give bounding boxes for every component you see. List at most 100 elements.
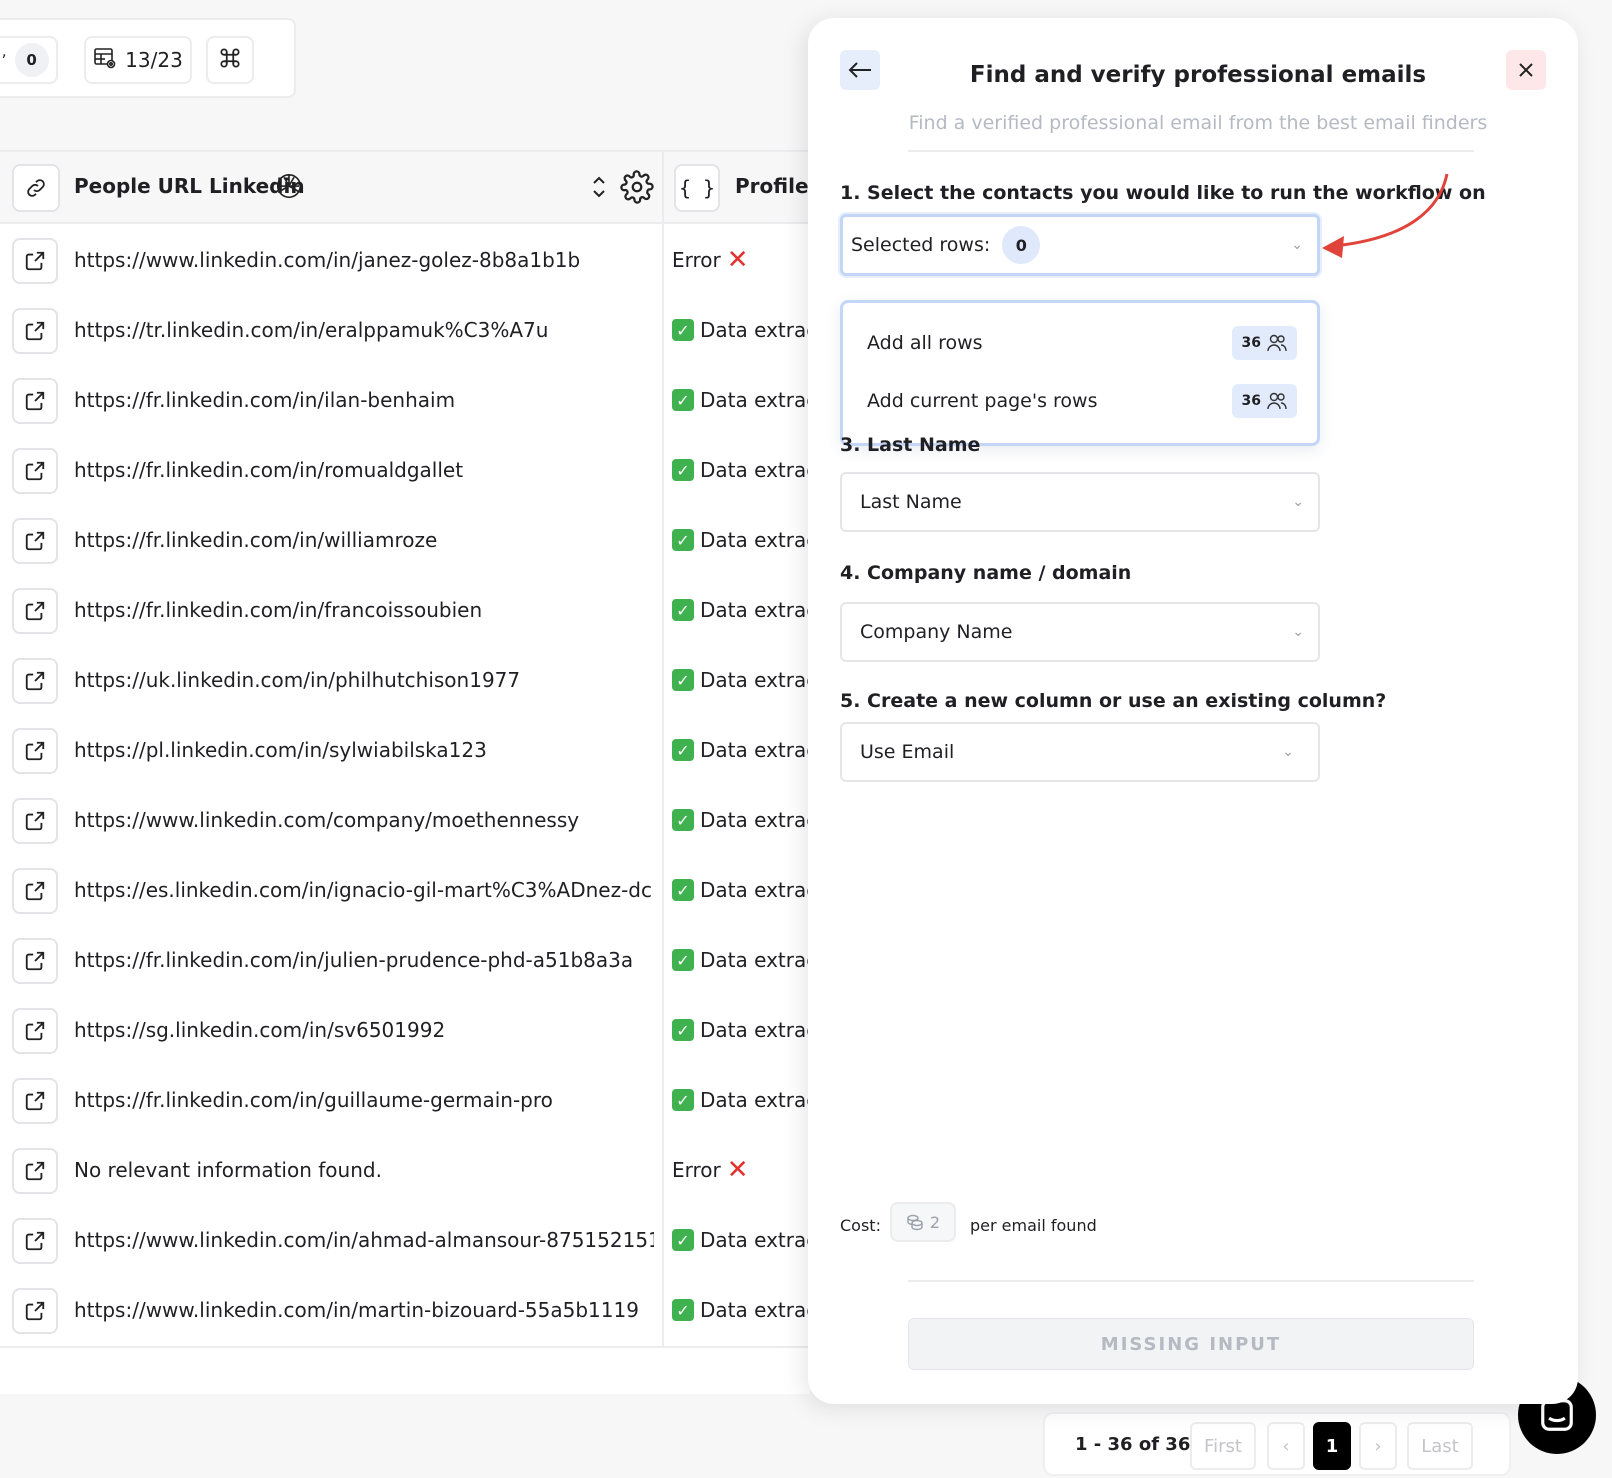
gear-icon[interactable] <box>620 170 654 208</box>
open-link-button[interactable] <box>12 308 58 354</box>
external-link-icon <box>25 391 45 411</box>
column-header-people-url[interactable]: People URL Linkedin <box>74 174 305 198</box>
selected-rows-select[interactable]: Selected rows: 0 ⌄ <box>840 214 1320 276</box>
open-link-button[interactable] <box>12 1218 58 1264</box>
linkedin-url-cell[interactable]: https://www.linkedin.com/company/moethen… <box>74 808 654 832</box>
open-link-button[interactable] <box>12 518 58 564</box>
columns-button[interactable]: 13/23 <box>84 36 192 84</box>
sort-icon[interactable] <box>590 174 608 204</box>
status-text: Data extrac <box>700 1018 810 1042</box>
status-text: Data extrac <box>700 878 810 902</box>
step4-label: 4. Company name / domain <box>840 562 1132 584</box>
open-link-button[interactable] <box>12 1078 58 1124</box>
column-header-profile[interactable]: Profile c <box>735 174 810 198</box>
linkedin-url-cell[interactable]: https://tr.linkedin.com/in/eralppamuk%C3… <box>74 318 654 342</box>
profile-status-cell[interactable]: ✓ Data extrac <box>672 1088 810 1112</box>
run-button[interactable]: MISSING INPUT <box>908 1318 1474 1370</box>
external-link-icon <box>25 951 45 971</box>
profile-status-cell[interactable]: Error ✕ <box>672 1157 749 1183</box>
linkedin-url-cell[interactable]: https://www.linkedin.com/in/janez-golez-… <box>74 248 654 272</box>
add-all-rows-count: 36 <box>1231 326 1297 360</box>
external-link-icon <box>25 671 45 691</box>
profile-status-cell[interactable]: ✓ Data extrac <box>672 458 810 482</box>
add-page-rows-option[interactable]: Add current page's rows 36 <box>867 381 1297 421</box>
open-link-button[interactable] <box>12 588 58 634</box>
page-1-button[interactable]: 1 <box>1313 1422 1351 1470</box>
open-link-button[interactable] <box>12 1008 58 1054</box>
pagination: 1 - 36 of 36 First ‹ 1 › Last <box>1043 1412 1511 1476</box>
open-link-button[interactable] <box>12 1148 58 1194</box>
output-column-select[interactable]: Use Email ⌄ <box>840 722 1320 782</box>
profile-status-cell[interactable]: ✓ Data extrac <box>672 738 810 762</box>
profile-status-cell[interactable]: ✓ Data extrac <box>672 1298 810 1322</box>
open-link-button[interactable] <box>12 798 58 844</box>
column-divider <box>662 716 664 788</box>
column-divider <box>662 856 664 928</box>
open-link-button[interactable] <box>12 728 58 774</box>
linkedin-url-cell[interactable]: https://fr.linkedin.com/in/romualdgallet <box>74 458 654 482</box>
profile-status-cell[interactable]: ✓ Data extrac <box>672 1018 810 1042</box>
open-link-button[interactable] <box>12 658 58 704</box>
open-link-button[interactable] <box>12 868 58 914</box>
table-row: https://www.linkedin.com/company/moethen… <box>0 786 810 858</box>
linkedin-url-cell[interactable]: No relevant information found. <box>74 1158 654 1182</box>
linkedin-url-cell[interactable]: https://fr.linkedin.com/in/guillaume-ger… <box>74 1088 654 1112</box>
company-name-select[interactable]: Company Name ⌄ <box>840 602 1320 662</box>
profile-status-cell[interactable]: ✓ Data extrac <box>672 598 810 622</box>
open-link-button[interactable] <box>12 1288 58 1334</box>
column-divider <box>662 1066 664 1138</box>
column-divider <box>662 1136 664 1208</box>
external-link-icon <box>25 1161 45 1181</box>
profile-status-cell[interactable]: ✓ Data extrac <box>672 808 810 832</box>
open-link-button[interactable] <box>12 238 58 284</box>
linkedin-url-cell[interactable]: https://www.linkedin.com/in/martin-bizou… <box>74 1298 654 1322</box>
external-link-icon <box>25 531 45 551</box>
check-icon: ✓ <box>672 1019 694 1041</box>
open-link-button[interactable] <box>12 938 58 984</box>
add-all-rows-option[interactable]: Add all rows 36 <box>867 323 1297 363</box>
panel-subtitle: Find a verified professional email from … <box>908 112 1488 134</box>
add-all-count-value: 36 <box>1241 335 1261 351</box>
open-link-button[interactable] <box>12 448 58 494</box>
profile-status-cell[interactable]: ✓ Data extrac <box>672 388 810 412</box>
status-text: Data extrac <box>700 1228 810 1252</box>
json-column-icon[interactable]: { } <box>674 164 720 212</box>
selected-rows-dropdown: Add all rows 36 Add current page's rows … <box>840 300 1320 446</box>
linkedin-url-cell[interactable]: https://es.linkedin.com/in/ignacio-gil-m… <box>74 878 654 902</box>
column-divider <box>662 296 664 368</box>
profile-status-cell[interactable]: ✓ Data extrac <box>672 668 810 692</box>
profile-status-cell[interactable]: ✓ Data extrac <box>672 528 810 552</box>
profile-status-cell[interactable]: ✓ Data extrac <box>672 1228 810 1252</box>
table-row: https://fr.linkedin.com/in/julien-pruden… <box>0 926 810 998</box>
check-icon: ✓ <box>672 389 694 411</box>
linkedin-url-cell[interactable]: https://fr.linkedin.com/in/francoissoubi… <box>74 598 654 622</box>
last-page-button[interactable]: Last <box>1407 1422 1473 1470</box>
last-name-select[interactable]: Last Name ⌄ <box>840 472 1320 532</box>
linkedin-url-cell[interactable]: https://fr.linkedin.com/in/julien-pruden… <box>74 948 654 972</box>
columns-count: 13/23 <box>125 48 183 72</box>
external-link-icon <box>25 1231 45 1251</box>
column-divider <box>662 226 664 298</box>
table-row: https://pl.linkedin.com/in/sylwiabilska1… <box>0 716 810 788</box>
link-column-icon-button[interactable] <box>12 164 60 212</box>
table-row: https://fr.linkedin.com/in/williamroze ✓ D… <box>0 506 810 578</box>
linkedin-url-cell[interactable]: https://fr.linkedin.com/in/williamroze <box>74 528 654 552</box>
next-page-button[interactable]: › <box>1359 1422 1397 1470</box>
filter-button[interactable]: ʼ 0 <box>0 36 58 84</box>
linkedin-url-cell[interactable]: https://fr.linkedin.com/in/ilan-benhaim <box>74 388 654 412</box>
profile-status-cell[interactable]: ✓ Data extrac <box>672 878 810 902</box>
open-link-button[interactable] <box>12 378 58 424</box>
status-text: Data extrac <box>700 528 810 552</box>
previous-page-button[interactable]: ‹ <box>1267 1422 1305 1470</box>
command-button[interactable] <box>206 36 254 84</box>
linkedin-url-cell[interactable]: https://pl.linkedin.com/in/sylwiabilska1… <box>74 738 654 762</box>
linkedin-url-cell[interactable]: https://sg.linkedin.com/in/sv6501992 <box>74 1018 654 1042</box>
linkedin-url-cell[interactable]: https://uk.linkedin.com/in/philhutchison… <box>74 668 654 692</box>
link-icon <box>27 179 45 197</box>
close-button[interactable] <box>1506 50 1546 90</box>
profile-status-cell[interactable]: ✓ Data extrac <box>672 948 810 972</box>
linkedin-url-cell[interactable]: https://www.linkedin.com/in/ahmad-almans… <box>74 1228 654 1252</box>
first-page-button[interactable]: First <box>1190 1422 1256 1470</box>
profile-status-cell[interactable]: Error ✕ <box>672 247 749 273</box>
profile-status-cell[interactable]: ✓ Data extrac <box>672 318 810 342</box>
